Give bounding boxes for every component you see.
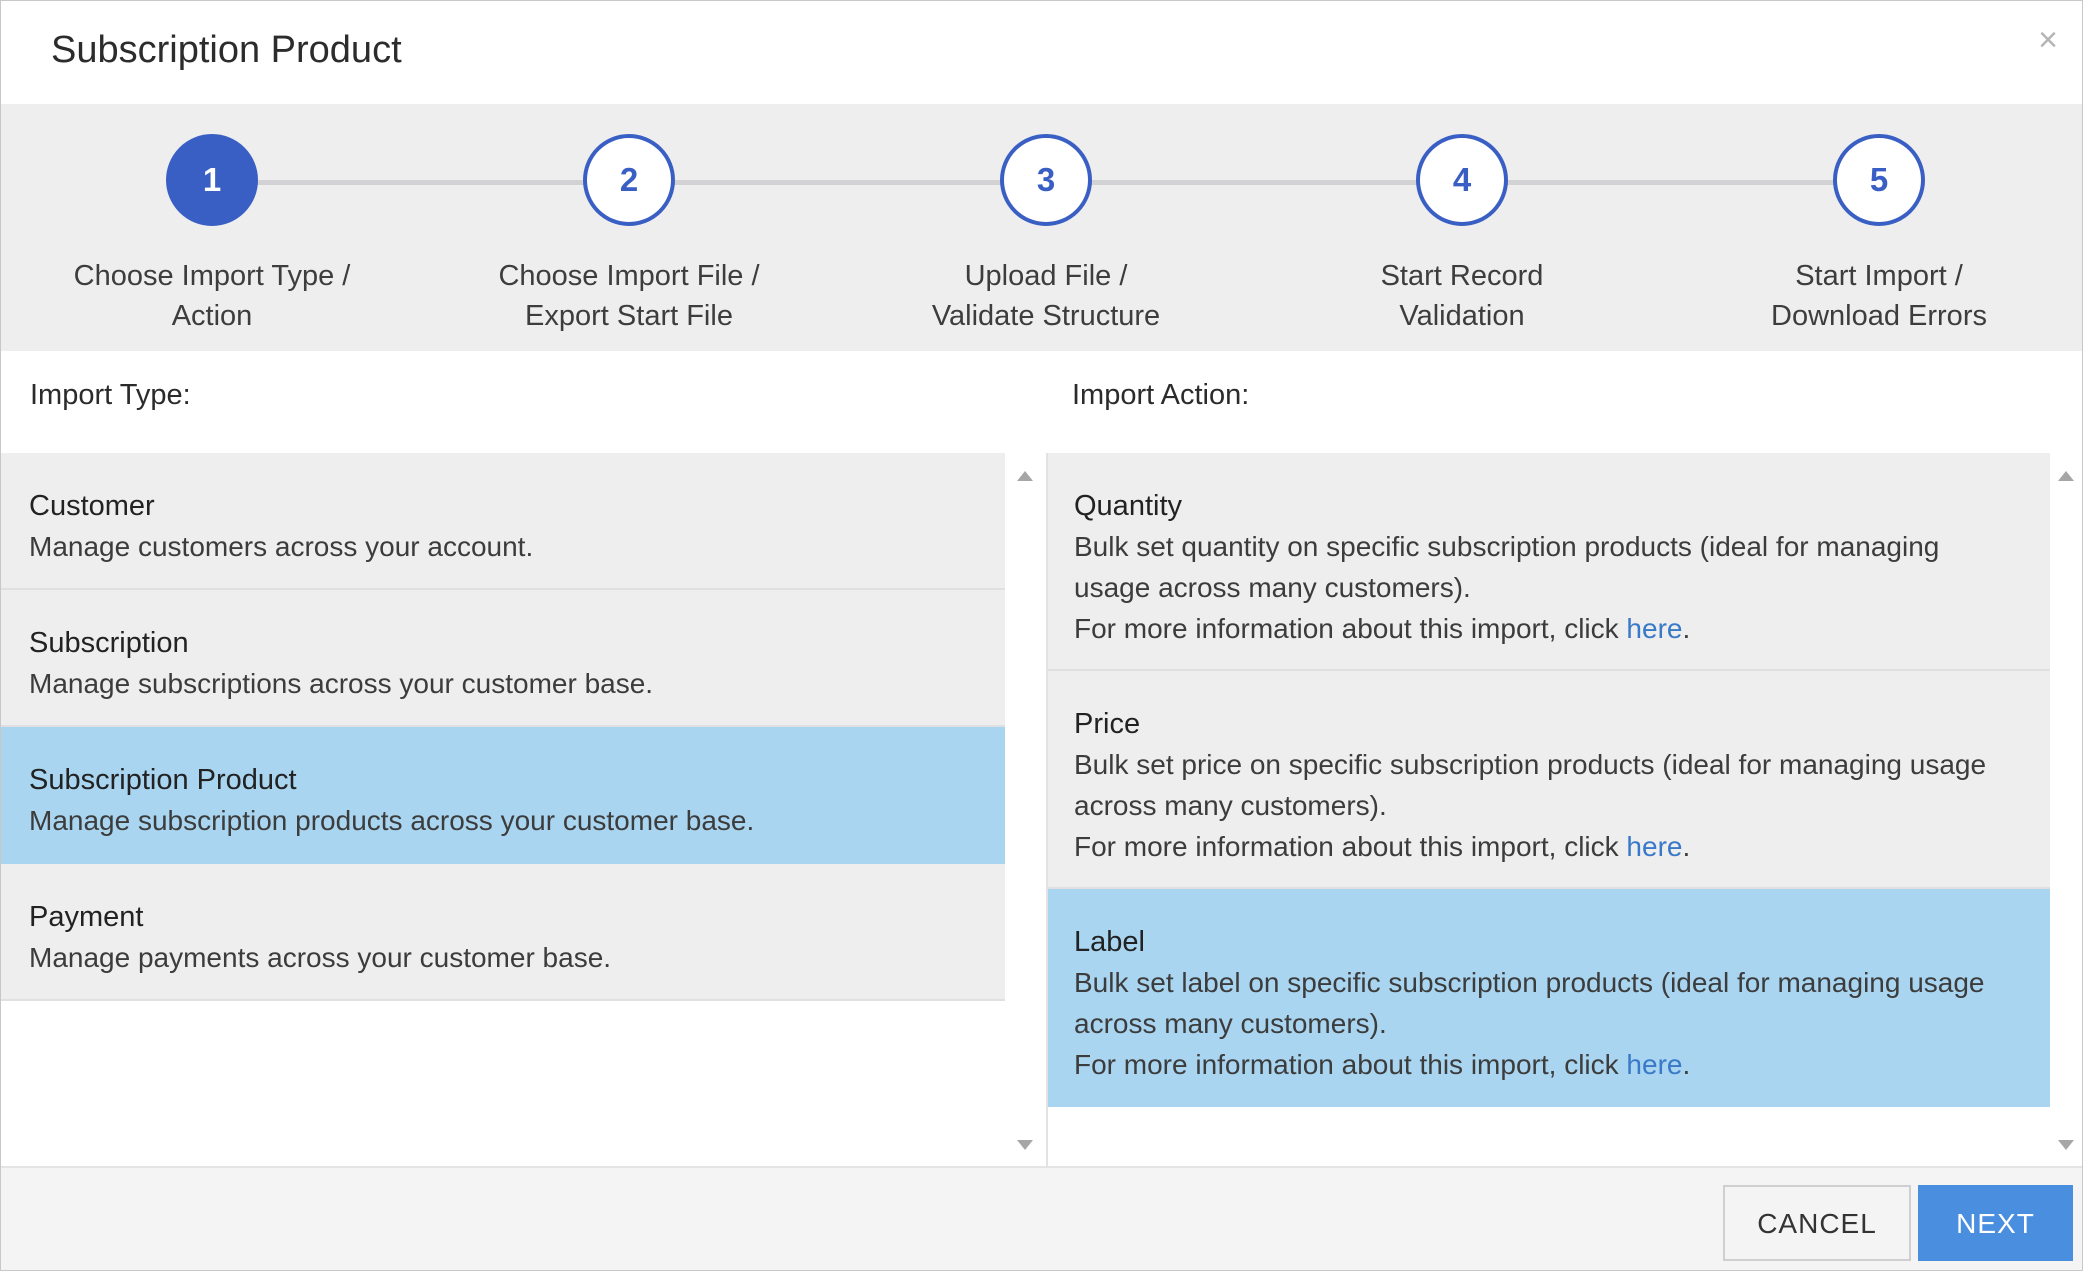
list-item-title: Subscription Product bbox=[29, 764, 297, 796]
list-item-title: Price bbox=[1074, 708, 1141, 740]
step-4-circle: 4 bbox=[1416, 134, 1508, 226]
info-suffix: . bbox=[1682, 1049, 1691, 1080]
dialog-title: Subscription Product bbox=[51, 29, 402, 71]
list-item-description: Manage subscription products across your… bbox=[29, 805, 755, 836]
import-action-item-quantity[interactable]: Quantity Bulk set quantity on specific s… bbox=[1048, 453, 2052, 671]
step-2: 2 Choose Import File / Export Start File bbox=[449, 134, 809, 336]
import-action-item-label[interactable]: Label Bulk set label on specific subscri… bbox=[1048, 889, 2052, 1107]
step-3: 3 Upload File / Validate Structure bbox=[866, 134, 1226, 336]
more-info-link[interactable]: here bbox=[1626, 831, 1682, 862]
step-1-circle: 1 bbox=[166, 134, 258, 226]
step-4-label: Start Record Validation bbox=[1282, 256, 1642, 336]
step-2-label: Choose Import File / Export Start File bbox=[449, 256, 809, 336]
list-item-description: Manage customers across your account. bbox=[29, 531, 534, 562]
list-item-info: For more information about this import, … bbox=[1074, 608, 2024, 649]
scroll-up-icon[interactable] bbox=[2058, 471, 2074, 481]
import-type-label: Import Type: bbox=[30, 379, 191, 411]
import-action-label: Import Action: bbox=[1072, 379, 1250, 411]
dialog-header: Subscription Product × bbox=[1, 1, 2082, 104]
step-4: 4 Start Record Validation bbox=[1282, 134, 1642, 336]
step-4-label-line2: Validation bbox=[1399, 300, 1525, 332]
import-type-item-payment[interactable]: Payment Manage payments across your cust… bbox=[1, 864, 1005, 1001]
info-suffix: . bbox=[1682, 613, 1691, 644]
list-item-title: Payment bbox=[29, 901, 144, 933]
step-5-label-line1: Start Import / bbox=[1795, 260, 1963, 292]
list-item-description: Bulk set label on specific subscription … bbox=[1074, 967, 1985, 998]
info-suffix: . bbox=[1682, 831, 1691, 862]
step-2-circle: 2 bbox=[583, 134, 675, 226]
list-item-title: Quantity bbox=[1074, 490, 1182, 522]
list-item-description: across many customers). bbox=[1074, 1008, 1387, 1039]
step-2-label-line1: Choose Import File / bbox=[498, 260, 760, 292]
cancel-button[interactable]: CANCEL bbox=[1723, 1185, 1911, 1261]
list-item-title: Label bbox=[1074, 926, 1145, 958]
import-type-item-subscription[interactable]: Subscription Manage subscriptions across… bbox=[1, 590, 1005, 727]
step-5: 5 Start Import / Download Errors bbox=[1699, 134, 2059, 336]
import-action-item-price[interactable]: Price Bulk set price on specific subscri… bbox=[1048, 671, 2052, 889]
list-item-info: For more information about this import, … bbox=[1074, 826, 2024, 867]
close-icon[interactable]: × bbox=[2038, 21, 2058, 60]
step-3-label: Upload File / Validate Structure bbox=[866, 256, 1226, 336]
info-text: For more information about this import, … bbox=[1074, 831, 1627, 862]
list-item-info: For more information about this import, … bbox=[1074, 1044, 2024, 1085]
list-item-title: Customer bbox=[29, 490, 155, 522]
list-item-description: Bulk set price on specific subscription … bbox=[1074, 749, 1987, 780]
more-info-link[interactable]: here bbox=[1626, 1049, 1682, 1080]
step-3-label-line1: Upload File / bbox=[964, 260, 1128, 292]
import-stepper: 1 Choose Import Type / Action 2 Choose I… bbox=[1, 104, 2082, 351]
step-3-circle: 3 bbox=[1000, 134, 1092, 226]
list-item-description: usage across many customers). bbox=[1074, 572, 1471, 603]
scroll-down-icon[interactable] bbox=[1017, 1140, 1033, 1150]
step-1-label-line1: Choose Import Type / bbox=[73, 260, 351, 292]
step-1-label-line2: Action bbox=[171, 300, 253, 332]
import-dialog: Subscription Product × 1 Choose Import T… bbox=[0, 0, 2083, 1271]
scroll-down-icon[interactable] bbox=[2058, 1140, 2074, 1150]
info-text: For more information about this import, … bbox=[1074, 613, 1627, 644]
step-5-circle: 5 bbox=[1833, 134, 1925, 226]
import-type-item-customer[interactable]: Customer Manage customers across your ac… bbox=[1, 453, 1005, 590]
next-button[interactable]: NEXT bbox=[1918, 1185, 2073, 1261]
import-action-header: Import Action: bbox=[1046, 351, 2082, 453]
step-5-label: Start Import / Download Errors bbox=[1699, 256, 2059, 336]
dialog-footer: CANCEL NEXT bbox=[1, 1166, 2082, 1270]
step-3-label-line2: Validate Structure bbox=[931, 300, 1161, 332]
step-4-label-line1: Start Record bbox=[1380, 260, 1544, 292]
import-action-scrollbar[interactable] bbox=[2050, 453, 2082, 1166]
list-item-description: across many customers). bbox=[1074, 790, 1387, 821]
import-action-list: Quantity Bulk set quantity on specific s… bbox=[1046, 453, 2052, 1166]
info-text: For more information about this import, … bbox=[1074, 1049, 1627, 1080]
list-item-description: Manage subscriptions across your custome… bbox=[29, 668, 654, 699]
step-1: 1 Choose Import Type / Action bbox=[32, 134, 392, 336]
import-type-item-subscription-product[interactable]: Subscription Product Manage subscription… bbox=[1, 727, 1005, 864]
more-info-link[interactable]: here bbox=[1626, 613, 1682, 644]
scroll-up-icon[interactable] bbox=[1017, 471, 1033, 481]
import-type-header: Import Type: bbox=[1, 351, 1046, 453]
step-2-label-line2: Export Start File bbox=[525, 300, 733, 332]
import-type-scrollbar[interactable] bbox=[1005, 453, 1045, 1166]
step-1-label: Choose Import Type / Action bbox=[32, 256, 392, 336]
list-item-description: Bulk set quantity on specific subscripti… bbox=[1074, 531, 1940, 562]
list-item-description: Manage payments across your customer bas… bbox=[29, 942, 612, 973]
import-type-list: Customer Manage customers across your ac… bbox=[1, 453, 1005, 1166]
step-5-label-line2: Download Errors bbox=[1771, 300, 1987, 332]
list-item-title: Subscription bbox=[29, 627, 189, 659]
